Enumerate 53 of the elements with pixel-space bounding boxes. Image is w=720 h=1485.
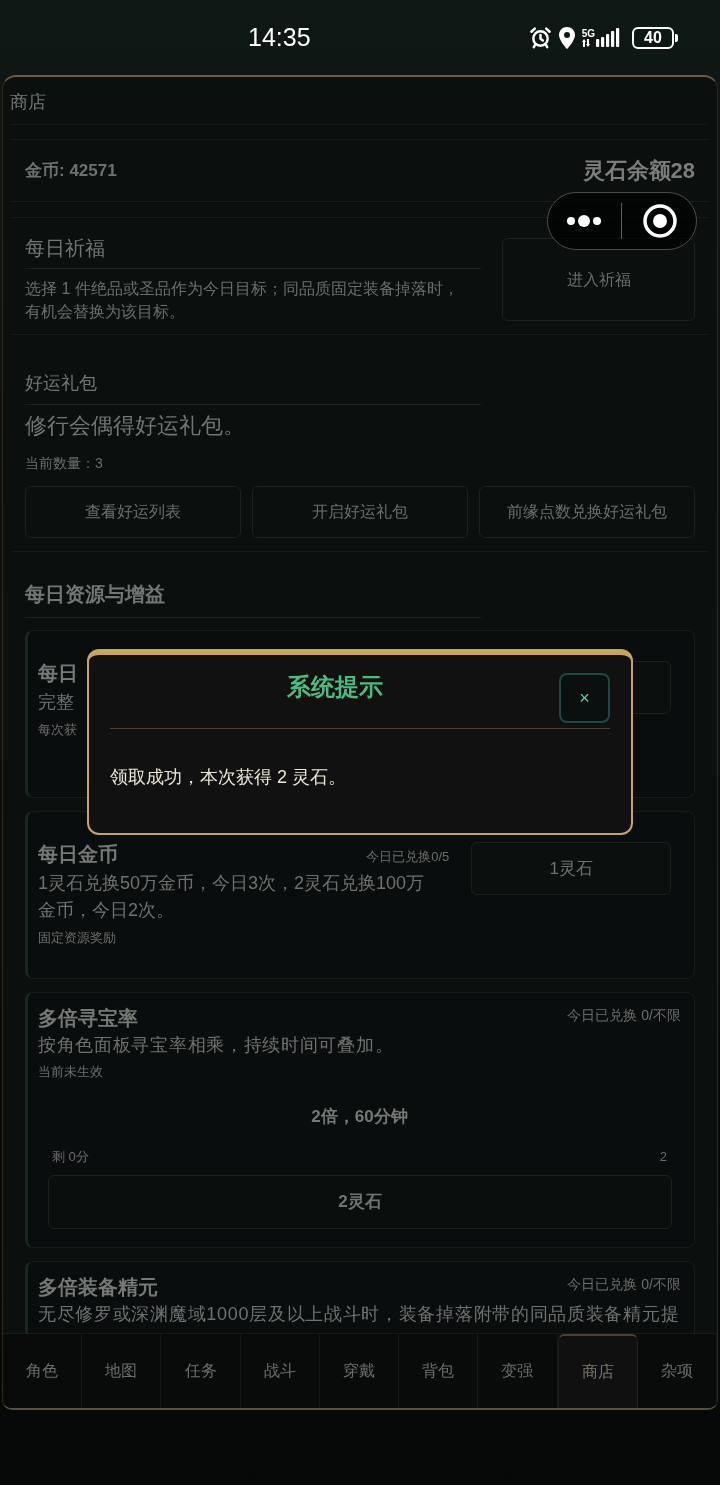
nav-tab[interactable]: 角色 (3, 1334, 83, 1408)
status-time: 14:35 (248, 25, 311, 50)
card-note: 固定资源奖励 (38, 929, 117, 947)
blessing-button[interactable]: 进入祈福 (502, 238, 695, 321)
card-note: 当前未生效 (38, 1063, 104, 1081)
exchange-quota: 今日已兑换0/5 (366, 848, 450, 866)
blessing-description: 选择 1 件绝品或圣品作为今日目标；同品质固定装备掉落时，有机会替换为该目标。 (25, 279, 460, 322)
data-arrows-icon (581, 39, 590, 47)
lucky-pack-count: 当前数量：3 (25, 454, 104, 473)
section-title: 好运礼包 (25, 373, 97, 393)
exchange-quota: 今日已兑换 0/不限 (567, 1275, 681, 1294)
lucky-pack-button[interactable]: 查看好运列表 (25, 486, 241, 538)
target-icon[interactable] (643, 204, 677, 238)
nav-tab[interactable]: 任务 (161, 1334, 241, 1408)
section-title: 每日资源与增益 (25, 583, 165, 605)
lucky-pack-button[interactable]: 前缘点数兑换好运礼包 (479, 486, 695, 538)
card-title: 每日 (38, 661, 78, 686)
exchange-button[interactable]: 1灵石 (471, 842, 671, 895)
dialog-title: 系统提示 (286, 672, 383, 702)
exchange-quota: 今日已兑换 0/不限 (567, 1006, 681, 1025)
card-note: 每次获 (38, 721, 78, 739)
nav-tab[interactable]: 地图 (82, 1334, 162, 1408)
coin-balance: 金币: 42571 (25, 159, 117, 182)
more-icon[interactable] (567, 215, 601, 227)
card-description: 1灵石兑换50万金币，今日3次，2灵石兑换100万金币，今日2次。 (38, 872, 426, 922)
range-min-label: 剩 0分 (52, 1148, 89, 1166)
card-title: 多倍装备精元 (38, 1275, 158, 1300)
lucky-pack-button[interactable]: 开启好运礼包 (252, 486, 468, 538)
nav-tab[interactable]: 战斗 (240, 1334, 320, 1408)
card-title: 每日金币 (38, 842, 118, 867)
location-icon (558, 26, 575, 49)
alarm-icon (528, 26, 552, 49)
signal-icon (596, 28, 620, 47)
battery-indicator: 40 (632, 26, 678, 49)
nav-tab[interactable]: 杂项 (637, 1334, 717, 1408)
nav-tab[interactable]: 背包 (399, 1334, 479, 1408)
nav-tab[interactable]: 穿戴 (319, 1334, 400, 1408)
network-type: 5G (581, 29, 595, 39)
nav-tab[interactable]: 变强 (478, 1334, 558, 1408)
card-description: 按角色面板寻宝率相乘，持续时间可叠加。 (38, 1034, 395, 1057)
boost-amount: 2倍，60分钟 (311, 1106, 408, 1128)
card-title: 多倍寻宝率 (38, 1006, 138, 1031)
card-description: 无尽修罗或深渊魔域1000层及以上战斗时，装备掉落附带的同品质装备精元提 (38, 1303, 681, 1326)
card-description: 完整 (38, 691, 75, 714)
close-button[interactable]: × (559, 673, 610, 723)
spirit-stone-balance: 灵石余额28 (582, 157, 695, 185)
nav-tab[interactable]: 商店 (557, 1334, 638, 1408)
exchange-button[interactable]: 2灵石 (48, 1175, 672, 1229)
dialog-message: 领取成功，本次获得 2 灵石。 (110, 766, 347, 789)
page-title: 商店 (10, 92, 46, 112)
range-max-label: 2 (659, 1148, 667, 1166)
section-title: 每日祈福 (25, 237, 105, 259)
lucky-pack-description: 修行会偶得好运礼包。 (25, 412, 246, 440)
